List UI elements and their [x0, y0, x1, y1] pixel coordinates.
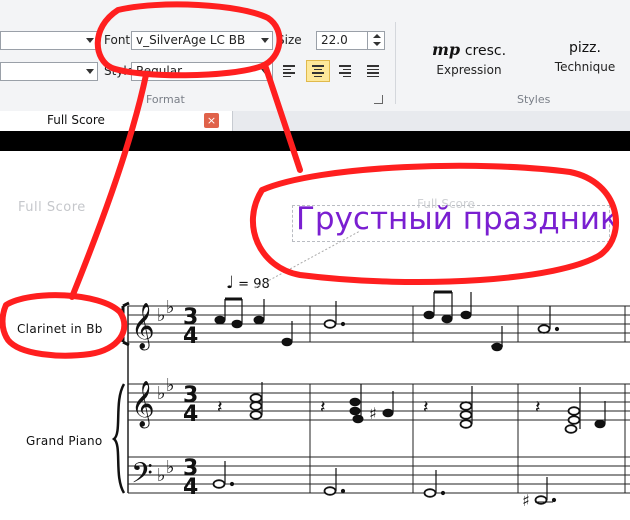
- key-signature: ♭ ♭ ♭ ♭ ♭ ♭: [157, 297, 175, 486]
- svg-text:♭: ♭: [157, 305, 166, 326]
- style-label: Style: [104, 64, 135, 78]
- format-group-caption: Format: [146, 93, 185, 106]
- ribbon: Font v_SilverAge LC BB Size 22.0 Style R…: [0, 0, 630, 112]
- svg-text:♭: ♭: [166, 297, 175, 318]
- svg-text:♭: ♭: [157, 465, 166, 486]
- left-combo-1[interactable]: [0, 31, 98, 50]
- font-label: Font: [104, 33, 131, 47]
- size-spinner[interactable]: [367, 31, 385, 50]
- style-combo-value: Regular: [136, 64, 183, 78]
- svg-text:♯: ♯: [369, 404, 377, 423]
- music-notation[interactable]: 𝄞 𝄞 𝄢 ♭ ♭ ♭ ♭ ♭ ♭ 34 34 34 𝄽 𝄽 ♯ 𝄽 𝄽 ♯: [0, 151, 630, 520]
- attachment-line: [254, 230, 361, 289]
- document-tabbar: Full Score ×: [0, 111, 630, 131]
- size-label: Size: [277, 33, 302, 47]
- svg-text:♯: ♯: [522, 491, 530, 510]
- align-right-button[interactable]: [334, 60, 358, 82]
- svg-text:♭: ♭: [166, 457, 175, 478]
- technique-style[interactable]: pizz. Technique: [540, 40, 630, 74]
- treble-clef-icon: 𝄞: [131, 381, 155, 429]
- chevron-down-icon: [261, 69, 269, 74]
- svg-text:4: 4: [183, 402, 198, 427]
- piano-rh-notes[interactable]: 𝄽 𝄽 ♯ 𝄽 𝄽: [217, 382, 606, 434]
- font-combo-value: v_SilverAge LC BB: [136, 33, 246, 47]
- svg-text:𝄽: 𝄽: [320, 397, 326, 418]
- svg-text:4: 4: [183, 475, 198, 500]
- chevron-down-icon: [261, 38, 269, 43]
- toolbar-strip: [0, 131, 630, 151]
- spin-up-icon[interactable]: [373, 34, 381, 38]
- bass-clef-icon: 𝄢: [131, 457, 153, 497]
- score-canvas[interactable]: Full Score Full Score Грустный праздник …: [0, 151, 630, 520]
- svg-text:𝄽: 𝄽: [535, 397, 541, 418]
- left-combo-2[interactable]: [0, 62, 98, 81]
- tab-full-score[interactable]: Full Score ×: [0, 111, 233, 131]
- technique-text: pizz.: [569, 40, 601, 56]
- size-value: 22.0: [321, 33, 348, 47]
- align-center-button[interactable]: [306, 60, 330, 82]
- time-signature: 34 34 34: [183, 305, 198, 500]
- styles-group-caption: Styles: [517, 93, 551, 106]
- align-left-button[interactable]: [278, 60, 302, 82]
- technique-label: Technique: [554, 60, 616, 74]
- svg-text:𝄽: 𝄽: [217, 397, 223, 418]
- close-icon[interactable]: ×: [204, 113, 219, 128]
- staff-lines: [128, 305, 630, 494]
- tab-label: Full Score: [47, 113, 105, 127]
- piano-brace: [111, 383, 126, 494]
- expression-label: Expression: [436, 63, 502, 77]
- group-separator: [395, 22, 396, 104]
- align-justify-button[interactable]: [362, 60, 386, 82]
- expression-style[interactable]: mp cresc. Expression: [424, 40, 514, 77]
- style-combo[interactable]: Regular: [131, 62, 273, 81]
- svg-text:4: 4: [183, 324, 198, 349]
- barlines: [127, 306, 626, 493]
- expression-word: cresc.: [464, 43, 507, 59]
- spin-down-icon[interactable]: [373, 42, 381, 46]
- piano-lh-notes[interactable]: ♯: [212, 461, 557, 510]
- svg-text:♭: ♭: [166, 375, 175, 396]
- expression-dynamic: mp: [431, 40, 461, 59]
- svg-text:𝄽: 𝄽: [423, 397, 429, 418]
- svg-text:♭: ♭: [157, 383, 166, 404]
- dialog-launcher-icon[interactable]: [374, 95, 383, 104]
- treble-clef-icon: 𝄞: [131, 303, 155, 351]
- font-combo[interactable]: v_SilverAge LC BB: [131, 31, 273, 50]
